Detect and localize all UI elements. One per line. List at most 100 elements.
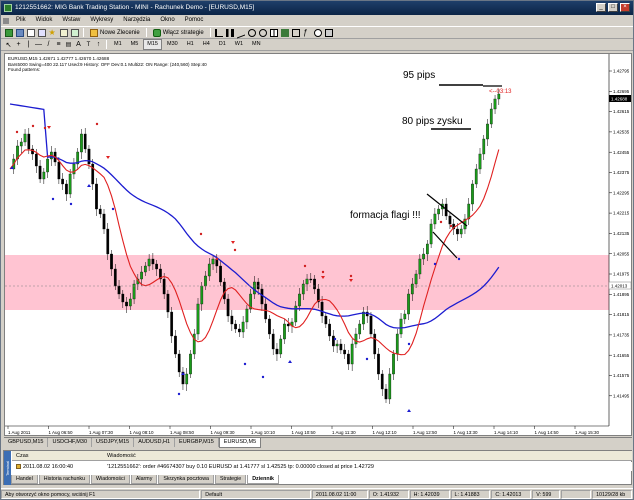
minimize-button[interactable]: _ bbox=[596, 3, 606, 12]
chart-tab-gbpusd[interactable]: GBPUSD,M15 bbox=[4, 438, 49, 447]
terminal-tab-news[interactable]: Wiadomości bbox=[91, 475, 130, 484]
menu-file[interactable]: Plik bbox=[11, 15, 31, 26]
timeframe-m1[interactable]: M1 bbox=[110, 39, 126, 50]
expert-advisors-button[interactable]: Włącz strategie bbox=[151, 28, 206, 37]
document-menu-icon[interactable] bbox=[3, 17, 9, 24]
timeframe-mn[interactable]: MN bbox=[248, 39, 265, 50]
terminal-tab-history[interactable]: Historia rachunku bbox=[38, 475, 91, 484]
zoom-in-button[interactable] bbox=[248, 28, 257, 37]
profiles-button[interactable] bbox=[15, 28, 24, 37]
candle-body bbox=[87, 148, 91, 165]
chart-tab-eurgbp[interactable]: EURGBP,M15 bbox=[175, 438, 219, 447]
new-chart-button[interactable] bbox=[4, 28, 13, 37]
cursor-tool[interactable]: ↖ bbox=[4, 40, 13, 49]
candle-body bbox=[256, 281, 260, 290]
timeframe-m5[interactable]: M5 bbox=[127, 39, 143, 50]
red-signal-dot bbox=[95, 122, 99, 126]
trendline-tool[interactable]: / bbox=[44, 40, 53, 49]
menu-help[interactable]: Pomoc bbox=[180, 15, 209, 26]
new-order-button[interactable]: Nowe Zlecenie bbox=[88, 28, 142, 37]
tile-windows-button[interactable] bbox=[270, 28, 279, 37]
menu-charts[interactable]: Wykresy bbox=[85, 15, 118, 26]
blue-signal-dot bbox=[433, 262, 437, 266]
candle-timer: <--03:13 bbox=[489, 89, 512, 95]
chart-tab-usdchf[interactable]: USDCHF,M30 bbox=[48, 438, 93, 447]
status-low: L: 1.41883 bbox=[450, 490, 491, 499]
terminal-tab-trade[interactable]: Handel bbox=[11, 475, 38, 484]
data-window-button[interactable] bbox=[37, 28, 46, 37]
toolbar-separator bbox=[106, 40, 107, 49]
tester-button[interactable] bbox=[70, 28, 79, 37]
menu-window[interactable]: Okno bbox=[155, 15, 179, 26]
candlestick-icon bbox=[226, 28, 235, 37]
crosshair-tool[interactable]: + bbox=[14, 40, 23, 49]
chart-tab-audusd[interactable]: AUDUSD,H1 bbox=[134, 438, 176, 447]
red-signal-dot bbox=[15, 130, 19, 134]
chart-shift-button[interactable] bbox=[292, 28, 301, 37]
chart-tab-eurusd[interactable]: EURUSD,M5 bbox=[218, 437, 262, 448]
price-chart[interactable]: 95 pips 80 pips zysku formacja flagi !!!… bbox=[5, 54, 631, 435]
chart-tab-usdjpy[interactable]: USDJPY,M15 bbox=[92, 438, 135, 447]
fibonacci-tool[interactable]: ▤ bbox=[64, 40, 73, 49]
candle-body bbox=[395, 333, 399, 355]
channel-tool[interactable]: ≡ bbox=[54, 40, 63, 49]
arrows-tool[interactable]: ↑ bbox=[94, 40, 103, 49]
menu-view[interactable]: Widok bbox=[31, 15, 58, 26]
market-watch-button[interactable] bbox=[26, 28, 35, 37]
candle-body bbox=[286, 323, 290, 327]
autoscroll-button[interactable] bbox=[281, 28, 290, 37]
menu-tools[interactable]: Narzędzia bbox=[118, 15, 155, 26]
terminal-button[interactable] bbox=[59, 28, 68, 37]
candle-body bbox=[414, 273, 418, 285]
candle-body bbox=[362, 311, 365, 325]
templates-button[interactable] bbox=[325, 28, 334, 37]
text-tool[interactable]: A bbox=[74, 40, 83, 49]
column-time[interactable]: Czas bbox=[12, 453, 107, 459]
status-profile[interactable]: Default bbox=[201, 490, 311, 499]
templates-icon bbox=[325, 28, 334, 37]
vertical-line-tool[interactable]: | bbox=[24, 40, 33, 49]
period-button[interactable] bbox=[314, 28, 323, 37]
horizontal-line-tool[interactable]: — bbox=[34, 40, 43, 49]
indicators-button[interactable]: ƒ bbox=[303, 28, 312, 37]
chart-window[interactable]: EURUSD,M15 1.42671 1.42777 1.42670 1.426… bbox=[4, 53, 632, 436]
label-tool[interactable]: T bbox=[84, 40, 93, 49]
bar-chart-button[interactable] bbox=[215, 28, 224, 37]
line-chart-button[interactable] bbox=[237, 27, 246, 38]
candle-body bbox=[162, 278, 166, 295]
timeframe-h1[interactable]: H1 bbox=[183, 39, 198, 50]
column-message[interactable]: Wiadomość bbox=[107, 453, 136, 459]
candlestick-button[interactable] bbox=[226, 28, 235, 37]
terminal-tab-experts[interactable]: Strategie bbox=[215, 475, 247, 484]
navigator-button[interactable]: ★ bbox=[48, 28, 57, 37]
candle-body bbox=[121, 293, 125, 303]
time-tick-label: 1 Aug 12:50 bbox=[413, 430, 438, 435]
candle-body bbox=[19, 141, 23, 147]
zoom-out-button[interactable] bbox=[259, 28, 268, 37]
candle-body bbox=[226, 298, 230, 317]
timeframe-w1[interactable]: W1 bbox=[231, 39, 247, 50]
timeframe-m15[interactable]: M15 bbox=[143, 39, 162, 50]
candle-body bbox=[328, 323, 331, 337]
timeframe-m30[interactable]: M30 bbox=[163, 39, 182, 50]
app-window: 1212551662: MIG Bank Trading Station - M… bbox=[0, 0, 634, 500]
price-tick-label: 1.41575 bbox=[613, 373, 630, 378]
close-button[interactable]: × bbox=[620, 3, 630, 12]
candle-body bbox=[238, 328, 241, 333]
menu-insert[interactable]: Wstaw bbox=[57, 15, 85, 26]
zoom-in-icon bbox=[248, 28, 257, 37]
terminal-tab-journal[interactable]: Dziennik bbox=[247, 475, 279, 484]
blue-signal-dot bbox=[243, 362, 247, 366]
time-tick-label: 1 Aug 15:30 bbox=[575, 430, 600, 435]
timeframe-h4[interactable]: H4 bbox=[199, 39, 214, 50]
candle-body bbox=[388, 373, 392, 400]
timeframe-d1[interactable]: D1 bbox=[215, 39, 230, 50]
candle-body bbox=[407, 293, 410, 315]
maximize-button[interactable]: □ bbox=[608, 3, 618, 12]
data-window-icon bbox=[37, 28, 46, 37]
journal-row[interactable]: 2011.08.02 16:00:40 '1212551662': order … bbox=[12, 462, 632, 471]
candle-body bbox=[373, 333, 377, 355]
terminal-tab-mailbox[interactable]: Skrzynka pocztowa bbox=[158, 475, 214, 484]
terminal-tab-alerts[interactable]: Alarmy bbox=[130, 475, 158, 484]
status-close: C: 1.42013 bbox=[491, 490, 532, 499]
